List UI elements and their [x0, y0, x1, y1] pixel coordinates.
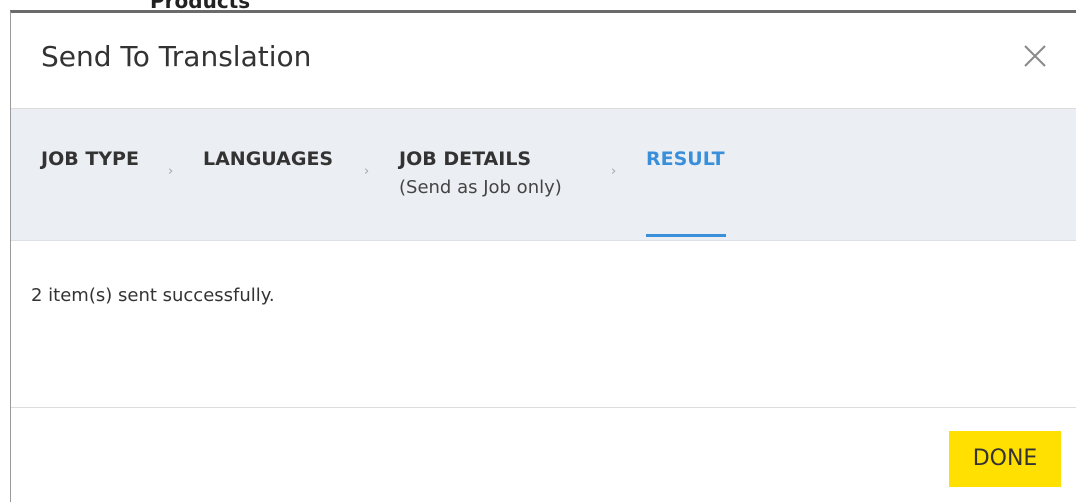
wizard-steps: JOB TYPE › LANGUAGES › JOB DETAILS (Send… [11, 109, 1076, 241]
chevron-right-icon: › [364, 164, 370, 179]
step-languages-label: LANGUAGES [203, 148, 334, 170]
close-button[interactable] [1020, 41, 1050, 71]
footer-divider [11, 407, 1076, 408]
dialog-header: Send To Translation [11, 13, 1076, 109]
done-button[interactable]: DONE [949, 431, 1061, 487]
step-job-type-label: JOB TYPE [41, 148, 139, 170]
chevron-right-icon: › [611, 164, 617, 179]
step-job-details[interactable]: JOB DETAILS (Send as Job only) [399, 146, 562, 204]
step-job-details-sublabel: (Send as Job only) [399, 177, 562, 198]
step-result-label: RESULT [646, 148, 725, 170]
active-step-indicator [646, 234, 726, 237]
dialog-title: Send To Translation [41, 40, 312, 73]
chevron-right-icon: › [168, 164, 174, 179]
step-job-type[interactable]: JOB TYPE [41, 146, 139, 172]
send-to-translation-dialog: Send To Translation JOB TYPE › LANGUAGES… [10, 10, 1076, 502]
close-icon [1024, 45, 1046, 67]
step-result[interactable]: RESULT [646, 146, 725, 172]
result-message: 2 item(s) sent successfully. [31, 285, 275, 306]
step-job-details-label: JOB DETAILS [399, 148, 532, 170]
step-languages[interactable]: LANGUAGES [203, 146, 333, 172]
